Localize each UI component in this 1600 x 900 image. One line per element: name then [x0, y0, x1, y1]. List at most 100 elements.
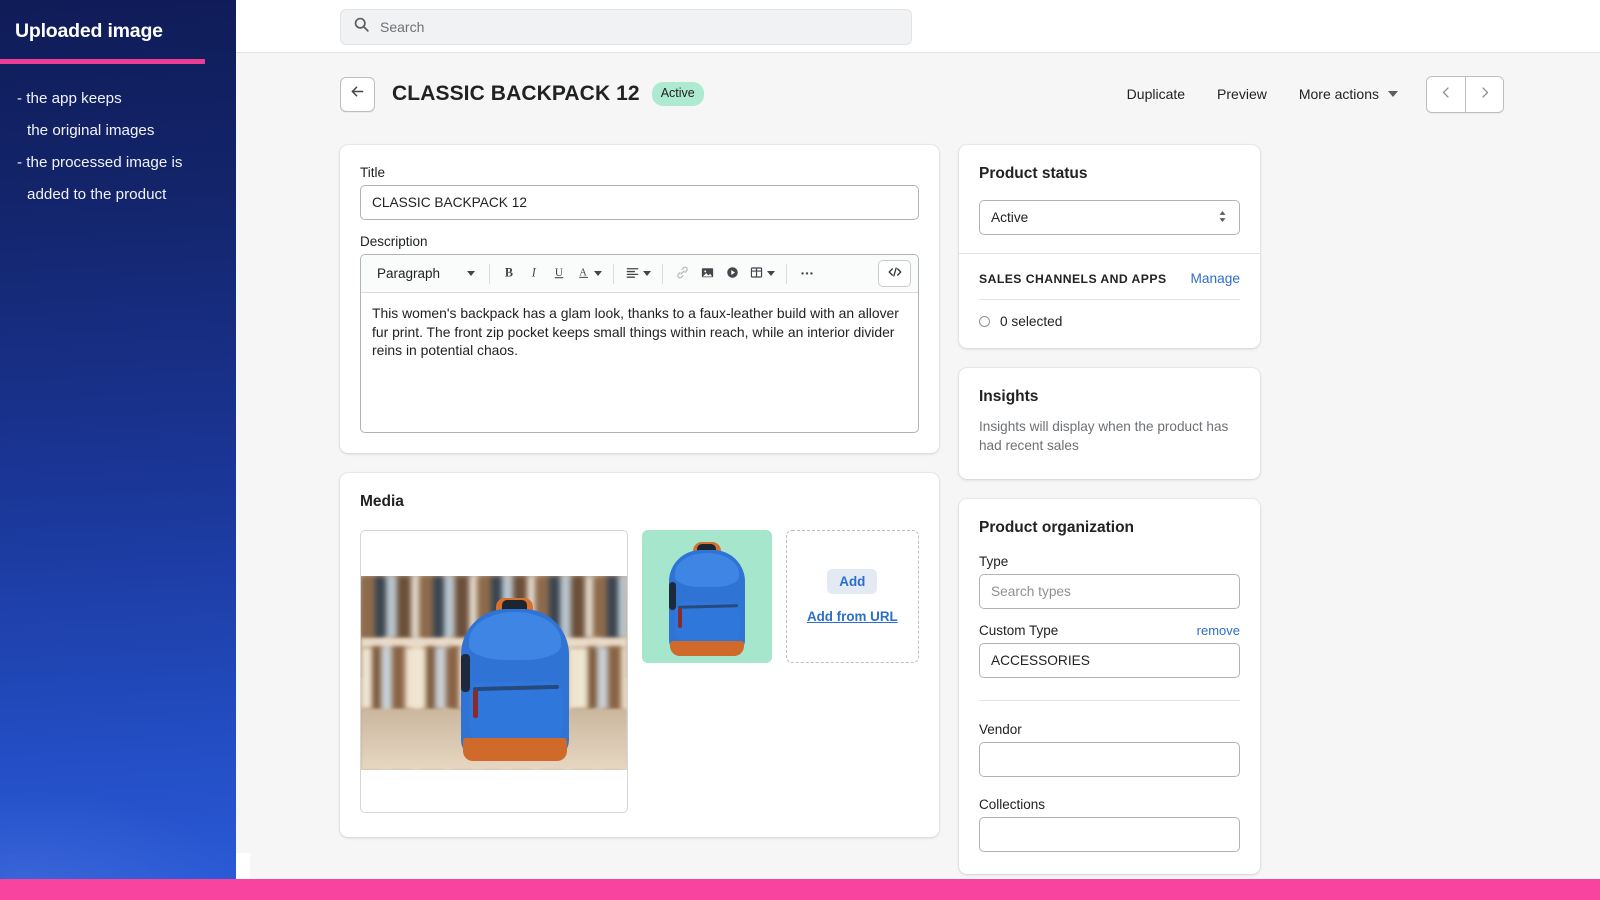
link-icon	[675, 265, 690, 283]
previous-product-button[interactable]	[1427, 77, 1465, 112]
media-title: Media	[360, 493, 919, 511]
more-options-button[interactable]	[794, 261, 819, 287]
product-status-title: Product status	[979, 165, 1240, 183]
svg-text:I: I	[531, 265, 537, 279]
page-title: CLASSIC BACKPACK 12	[392, 82, 640, 106]
more-actions-button[interactable]: More actions	[1283, 78, 1414, 110]
radio-icon[interactable]	[979, 316, 990, 327]
page-body: CLASSIC BACKPACK 12 Active Duplicate Pre…	[236, 53, 1600, 900]
arrow-left-icon	[349, 83, 366, 105]
underline-button[interactable]: U	[547, 261, 572, 287]
title-input[interactable]	[360, 185, 919, 220]
collections-input[interactable]	[979, 817, 1240, 852]
more-options-icon	[799, 265, 815, 283]
chevron-down-icon	[767, 271, 775, 276]
toolbar-divider	[786, 264, 787, 284]
list-item: the original images	[17, 115, 227, 147]
bold-button[interactable]: B	[497, 261, 522, 287]
svg-text:U: U	[555, 266, 563, 278]
divider	[979, 700, 1240, 701]
add-from-url-link[interactable]: Add from URL	[807, 609, 898, 624]
media-add-dropzone[interactable]: Add Add from URL	[786, 530, 919, 663]
overlay-bullet-list: - the app keeps the original images - th…	[17, 83, 227, 211]
block-format-select[interactable]: Paragraph	[368, 261, 482, 287]
list-item: - the processed image is	[17, 147, 227, 179]
search-input[interactable]	[380, 10, 899, 44]
overlay-title: Uploaded image	[15, 20, 163, 43]
code-view-icon	[887, 265, 903, 282]
uploaded-image-overlay: Uploaded image - the app keeps the origi…	[0, 0, 236, 879]
next-product-button[interactable]	[1465, 77, 1503, 112]
channels-selected-row: 0 selected	[979, 314, 1240, 329]
overlay-accent-rule	[0, 59, 205, 64]
sales-channels-label: SALES CHANNELS AND APPS	[979, 272, 1167, 286]
link-button[interactable]	[670, 261, 695, 287]
duplicate-button[interactable]: Duplicate	[1111, 78, 1201, 110]
pagination	[1426, 76, 1504, 113]
product-organization-title: Product organization	[979, 519, 1240, 537]
description-text[interactable]: This women's backpack has a glam look, t…	[361, 293, 918, 432]
app-screen: CLASSIC BACKPACK 12 Active Duplicate Pre…	[0, 0, 1600, 900]
code-view-button[interactable]	[878, 260, 911, 287]
editor-toolbar: Paragraph B I	[361, 255, 918, 293]
insert-table-button[interactable]	[745, 261, 779, 287]
list-item: - the app keeps	[17, 83, 227, 115]
preview-button[interactable]: Preview	[1201, 78, 1283, 110]
divider	[979, 299, 1240, 300]
back-button[interactable]	[340, 77, 375, 112]
chevron-left-icon	[1439, 85, 1454, 103]
main-column: Title Description Paragraph	[340, 145, 939, 900]
side-column: Product status Active SALES CHANNELS AND…	[959, 145, 1260, 900]
text-color-button[interactable]: A	[572, 261, 606, 287]
align-icon	[625, 265, 640, 283]
chevron-right-icon	[1477, 85, 1492, 103]
image-icon	[700, 265, 715, 283]
channels-selected-count: 0 selected	[1000, 314, 1062, 329]
italic-button[interactable]: I	[522, 261, 547, 287]
top-bar	[236, 0, 1600, 53]
video-icon	[725, 265, 740, 283]
insert-image-button[interactable]	[695, 261, 720, 287]
media-card: Media	[340, 473, 939, 837]
media-item-processed[interactable]	[642, 530, 772, 663]
underline-icon: U	[552, 265, 567, 283]
table-icon	[749, 265, 764, 283]
title-label: Title	[360, 165, 919, 180]
status-badge: Active	[652, 82, 704, 106]
vendor-input[interactable]	[979, 742, 1240, 777]
custom-type-remove-link[interactable]: remove	[1197, 623, 1240, 638]
custom-type-header: Custom Type remove	[979, 623, 1240, 638]
svg-text:B: B	[505, 265, 513, 279]
duplicate-label: Duplicate	[1127, 86, 1185, 102]
search-bar[interactable]	[340, 9, 912, 45]
product-details-card: Title Description Paragraph	[340, 145, 939, 453]
insights-title: Insights	[979, 388, 1240, 406]
preview-label: Preview	[1217, 86, 1267, 102]
sales-channels-header: SALES CHANNELS AND APPS Manage	[979, 271, 1240, 286]
insert-video-button[interactable]	[720, 261, 745, 287]
description-label: Description	[360, 234, 919, 249]
manage-channels-link[interactable]: Manage	[1191, 271, 1240, 286]
custom-type-input[interactable]	[979, 643, 1240, 678]
overlay-corner-highlight	[0, 788, 236, 879]
product-status-select[interactable]: Active	[979, 200, 1240, 235]
align-button[interactable]	[621, 261, 655, 287]
type-label: Type	[979, 554, 1240, 569]
media-item-primary[interactable]	[360, 530, 628, 813]
collections-label: Collections	[979, 797, 1240, 812]
header-actions: Duplicate Preview More actions	[1111, 76, 1504, 113]
bold-icon: B	[502, 265, 517, 283]
content-columns: Title Description Paragraph	[340, 145, 1600, 900]
bottom-accent-bar	[0, 879, 1600, 900]
chevron-down-icon	[594, 271, 602, 276]
product-status-value: Active	[991, 210, 1028, 225]
chevron-down-icon	[1388, 91, 1398, 97]
add-media-button[interactable]: Add	[827, 569, 877, 594]
product-organization-card: Product organization Type Custom Type re…	[959, 499, 1260, 874]
toolbar-divider	[662, 264, 663, 284]
chevron-down-icon	[467, 271, 475, 276]
vendor-label: Vendor	[979, 722, 1240, 737]
text-color-icon: A	[577, 265, 591, 283]
type-input[interactable]	[979, 574, 1240, 609]
select-stepper-icon	[1217, 209, 1228, 227]
